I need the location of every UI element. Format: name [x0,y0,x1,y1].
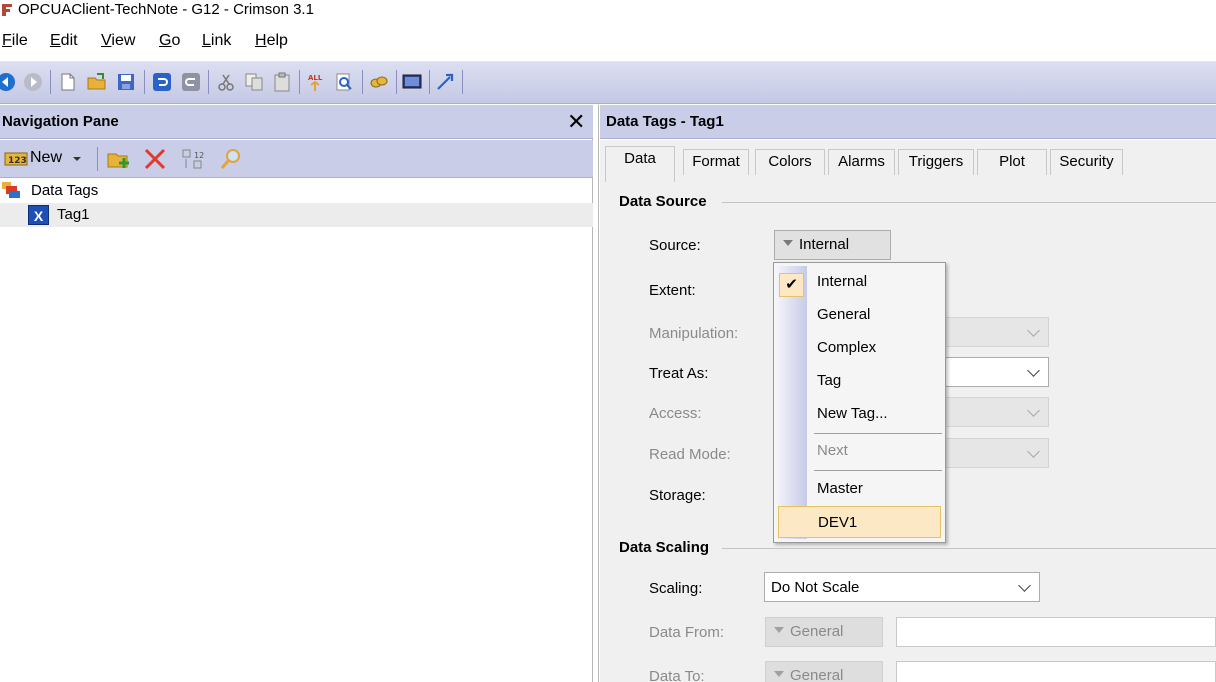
data-to-label: Data To: [649,668,705,682]
menu-file[interactable]: File [2,32,28,50]
new-file-icon[interactable] [58,72,78,92]
menu-help[interactable]: Help [255,32,288,50]
editor-title: Data Tags - Tag1 [606,113,724,130]
data-from-dropdown-button: General [765,617,883,647]
data-scaling-group-title: Data Scaling [619,539,718,556]
copy-icon[interactable] [244,72,264,92]
tab-colors[interactable]: Colors [755,149,825,175]
chevron-down-icon[interactable] [72,155,82,163]
extent-label: Extent: [649,282,696,299]
navigation-pane: Navigation Pane ✕ 123 New 12 Data Tags X… [0,105,593,682]
cut-icon[interactable] [216,72,236,92]
find-icon[interactable]: ALL [307,72,327,92]
source-dropdown-menu: ✔ Internal General Complex Tag New Tag..… [773,262,946,543]
source-label: Source: [649,237,701,254]
menu-bar: File Edit View Go Link Help [0,24,1216,62]
manipulation-select [940,317,1049,347]
new-button[interactable]: New [30,149,62,167]
window-title: OPCUAClient-TechNote - G12 - Crimson 3.1 [18,1,314,18]
tab-triggers[interactable]: Triggers [898,149,974,175]
scaling-label: Scaling: [649,580,703,597]
data-from-label: Data From: [649,624,725,641]
menu-edit[interactable]: Edit [50,32,78,50]
navigation-toolbar: 123 New 12 [0,140,593,178]
menu-item-tag[interactable]: Tag [774,365,945,397]
navigation-pane-title: Navigation Pane [2,113,119,130]
data-source-group-title: Data Source [619,193,715,210]
paste-icon[interactable] [272,72,292,92]
link-icon[interactable] [369,72,389,92]
data-to-dropdown-button: General [765,661,883,682]
monitor-icon[interactable] [402,72,422,92]
menu-view[interactable]: View [101,32,135,50]
data-tags-icon [2,182,20,198]
menu-go[interactable]: Go [159,32,180,50]
menu-item-dev1[interactable]: DEV1 [778,506,941,538]
new-tag-icon[interactable]: 123 [4,150,28,168]
read-mode-select [940,438,1049,468]
menu-link[interactable]: Link [202,32,231,50]
tree-item-tag1[interactable]: X Tag1 [0,203,593,227]
back-icon[interactable] [0,72,16,92]
scaling-select[interactable]: Do Not Scale [764,572,1040,602]
data-from-input [896,617,1216,647]
checkmark-icon: ✔ [779,273,804,297]
title-bar: OPCUAClient-TechNote - G12 - Crimson 3.1 [0,0,1216,22]
pane-splitter[interactable] [594,105,599,682]
tab-security[interactable]: Security [1050,149,1123,175]
open-folder-icon[interactable] [87,72,107,92]
redo-icon[interactable] [181,72,201,92]
menu-separator [814,433,942,434]
search-icon[interactable] [219,147,243,171]
tree-item-label: Tag1 [57,206,90,223]
menu-separator [814,470,942,471]
close-icon[interactable]: ✕ [567,109,585,135]
tag-icon: X [28,205,49,225]
svg-text:123: 123 [8,156,27,166]
menu-item-new-tag[interactable]: New Tag... [774,398,945,430]
menu-item-next: Next [817,442,848,459]
read-mode-label: Read Mode: [649,446,731,463]
treat-as-label: Treat As: [649,365,709,382]
access-label: Access: [649,405,702,422]
delete-icon[interactable] [143,148,167,170]
access-select [940,397,1049,427]
data-to-input [896,661,1216,682]
search-replace-icon[interactable] [334,72,354,92]
undo-icon[interactable] [152,72,172,92]
menu-item-general[interactable]: General [774,299,945,331]
menu-item-internal[interactable]: ✔ Internal [774,266,945,298]
tree-item-data-tags[interactable]: Data Tags [0,179,593,203]
sort-icon[interactable]: 12 [181,148,205,170]
storage-label: Storage: [649,487,706,504]
app-icon [0,3,14,17]
forward-icon[interactable] [23,72,43,92]
svg-text:12: 12 [194,151,204,160]
tab-format[interactable]: Format [683,149,749,175]
source-dropdown-button[interactable]: Internal [774,230,891,260]
menu-item-master[interactable]: Master [774,473,945,505]
tree-item-label: Data Tags [31,182,99,199]
manipulation-label: Manipulation: [649,325,739,342]
tab-alarms[interactable]: Alarms [828,149,895,175]
treat-as-select[interactable] [940,357,1049,387]
menu-item-complex[interactable]: Complex [774,332,945,364]
send-icon[interactable] [435,72,455,92]
new-folder-icon[interactable] [107,148,131,170]
main-toolbar: ALL [0,62,1216,104]
navigation-pane-header: Navigation Pane ✕ [0,105,593,139]
svg-text:ALL: ALL [308,74,323,82]
editor-header: Data Tags - Tag1 [600,105,1216,139]
tab-data[interactable]: Data [605,146,675,182]
save-icon[interactable] [116,72,136,92]
tab-plot[interactable]: Plot [977,149,1047,175]
